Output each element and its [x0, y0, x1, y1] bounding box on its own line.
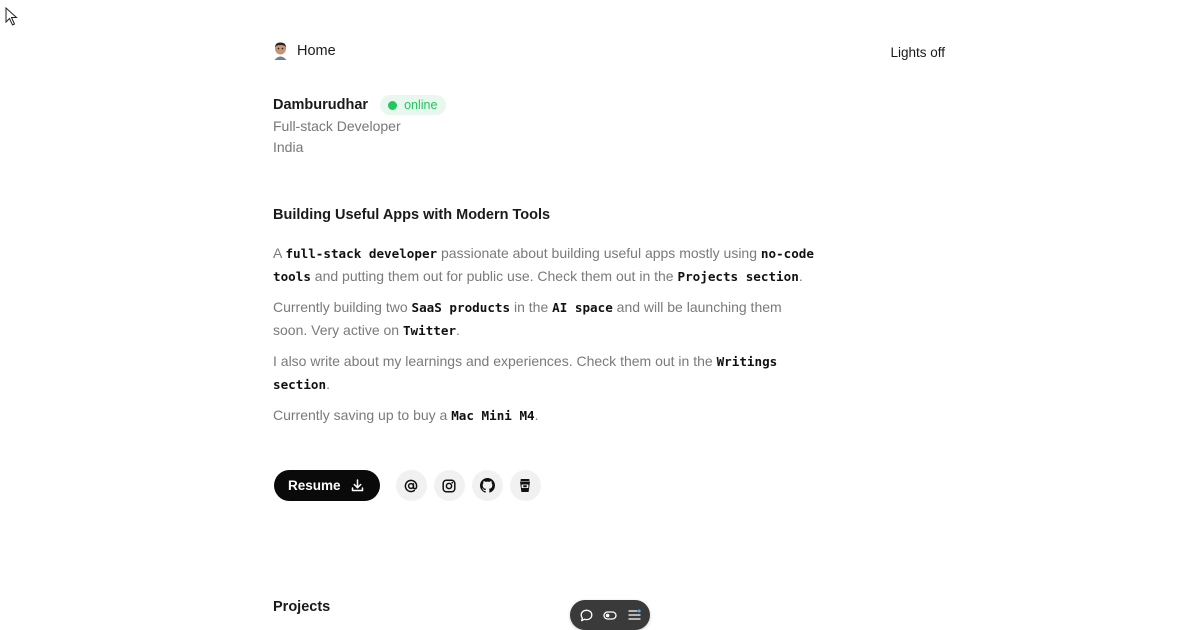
chat-bubble-icon	[580, 609, 592, 621]
bio-paragraph: Currently saving up to buy a Mac Mini M4…	[273, 404, 818, 427]
bio-paragraph: I also write about my learnings and expe…	[273, 350, 818, 396]
bio-highlight: SaaS products	[411, 300, 511, 315]
bio: A full-stack developer passionate about …	[273, 242, 818, 435]
at-sign-icon	[404, 479, 418, 492]
download-icon	[351, 479, 363, 492]
profile-name: Damburudhar	[273, 97, 369, 113]
bio-text: .	[534, 407, 539, 423]
bio-highlight: full-stack developer	[285, 246, 438, 261]
social-links	[395, 470, 541, 501]
top-nav: Home Lights off	[273, 42, 945, 64]
bio-text: Currently building two	[273, 299, 412, 315]
status-badge: online	[380, 95, 447, 115]
about-title: Building Useful Apps with Modern Tools	[273, 207, 551, 223]
instagram-icon	[442, 478, 456, 493]
profile-location: India	[273, 139, 304, 155]
github-link[interactable]	[471, 470, 503, 501]
status-dot-icon	[388, 100, 398, 110]
toggle-button[interactable]	[602, 607, 618, 623]
bio-text: passionate about building useful apps mo…	[437, 245, 761, 261]
menu-icon	[627, 609, 641, 620]
floating-dock	[570, 600, 650, 630]
twitter-link[interactable]: Twitter	[403, 323, 456, 338]
bio-paragraph: Currently building two SaaS products in …	[273, 296, 818, 342]
projects-title: Projects	[273, 599, 331, 615]
bio-text: .	[798, 268, 803, 284]
profile-role: Full-stack Developer	[273, 118, 401, 134]
bio-text: Currently saving up to buy a	[273, 407, 452, 423]
buy-me-a-coffee-link[interactable]	[509, 470, 541, 501]
bio-text: .	[456, 322, 460, 338]
status-label: online	[404, 98, 438, 112]
home-link[interactable]: Home	[273, 42, 336, 60]
coffee-cup-icon	[520, 479, 531, 492]
bio-text: .	[326, 376, 330, 392]
bio-text: and putting them out for public use. Che…	[310, 268, 678, 284]
chat-button[interactable]	[578, 607, 594, 623]
profile-header: Damburudhar online Full-stack Developer …	[273, 94, 447, 158]
email-link[interactable]	[395, 470, 427, 501]
bio-highlight: AI space	[552, 300, 613, 315]
bio-text: I also write about my learnings and expe…	[273, 353, 717, 369]
home-label: Home	[297, 43, 336, 59]
mouse-cursor-icon	[5, 7, 18, 26]
resume-button[interactable]: Resume	[274, 470, 380, 501]
bio-text: A	[273, 245, 286, 261]
menu-button[interactable]	[626, 607, 642, 623]
instagram-link[interactable]	[433, 470, 465, 501]
toggle-icon	[603, 610, 617, 620]
projects-section-link[interactable]: Projects section	[677, 269, 798, 284]
bio-paragraph: A full-stack developer passionate about …	[273, 242, 818, 288]
action-row: Resume	[274, 470, 541, 501]
resume-label: Resume	[288, 478, 341, 493]
avatar	[274, 42, 287, 60]
github-icon	[479, 478, 495, 493]
bio-highlight: Mac Mini M4	[451, 408, 535, 423]
theme-toggle-button[interactable]: Lights off	[890, 45, 945, 60]
bio-text: in the	[510, 299, 553, 315]
